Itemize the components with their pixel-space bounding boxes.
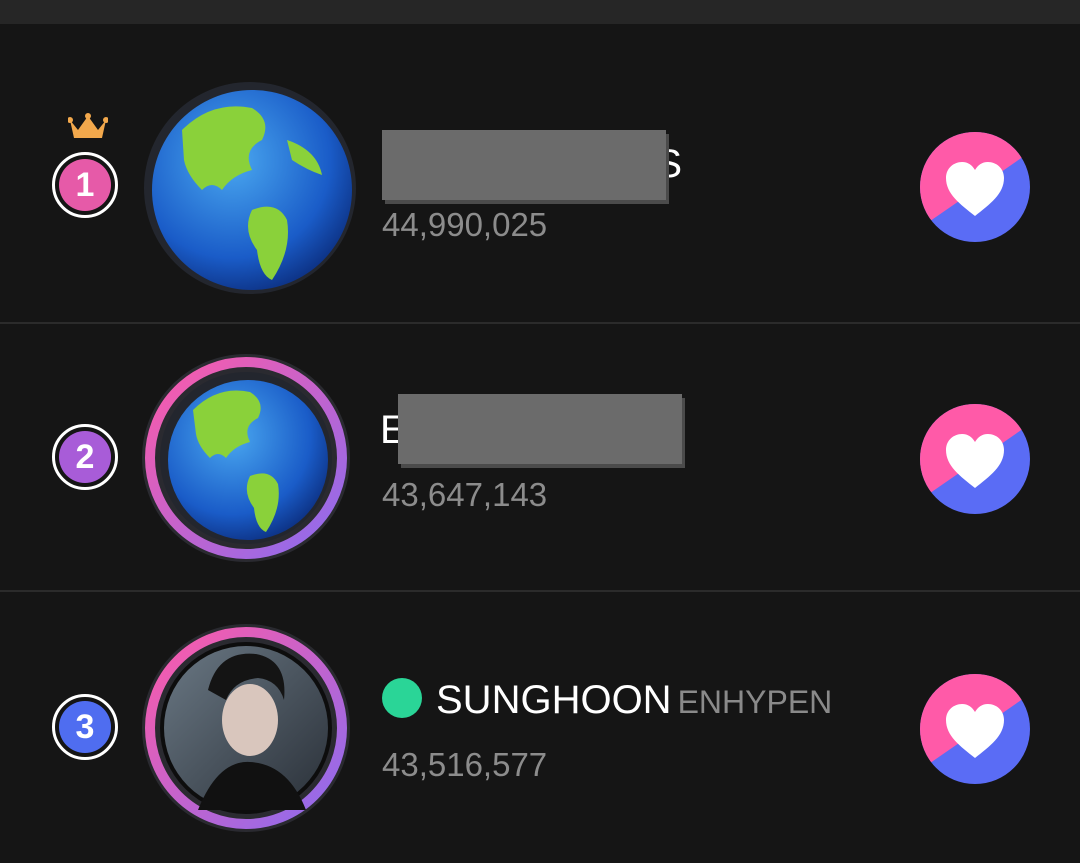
crown-icon	[68, 113, 108, 138]
ranking-row-1[interactable]: 1 S 44,990,025	[0, 24, 1080, 322]
vote-count: 43,516,577	[382, 746, 548, 783]
vote-count: 43,647,143	[382, 476, 548, 513]
vote-button[interactable]	[920, 674, 1030, 784]
rank-number: 3	[75, 707, 95, 746]
heart-icon	[920, 132, 1030, 242]
ranking-row-3[interactable]: 3 SUNGHOON ENHYPEN 43,516,577	[0, 592, 1080, 863]
heart-icon	[920, 674, 1030, 784]
vote-button[interactable]	[920, 132, 1030, 242]
redacted-name	[398, 394, 682, 464]
idol-badge-icon	[382, 678, 422, 719]
globe-icon	[144, 82, 356, 294]
artist-name[interactable]: SUNGHOON ENHYPEN	[382, 678, 832, 723]
rank-number: 1	[75, 165, 95, 204]
rank-badge: 1	[52, 152, 118, 218]
profile-photo	[142, 624, 350, 832]
avatar[interactable]	[138, 620, 354, 836]
rank-badge: 2	[52, 424, 118, 490]
group-name: ENHYPEN	[677, 684, 833, 720]
top-bar	[0, 0, 1080, 24]
ranking-row-2[interactable]: 2 E 43,647,143	[0, 324, 1080, 590]
vote-count: 44,990,025	[382, 206, 548, 243]
avatar-ring	[142, 354, 350, 562]
rank-badge: 3	[52, 694, 118, 760]
rank-number: 2	[75, 437, 95, 476]
heart-icon	[920, 404, 1030, 514]
avatar[interactable]	[138, 350, 354, 566]
avatar[interactable]	[142, 80, 358, 296]
redacted-name	[382, 130, 666, 200]
vote-button[interactable]	[920, 404, 1030, 514]
